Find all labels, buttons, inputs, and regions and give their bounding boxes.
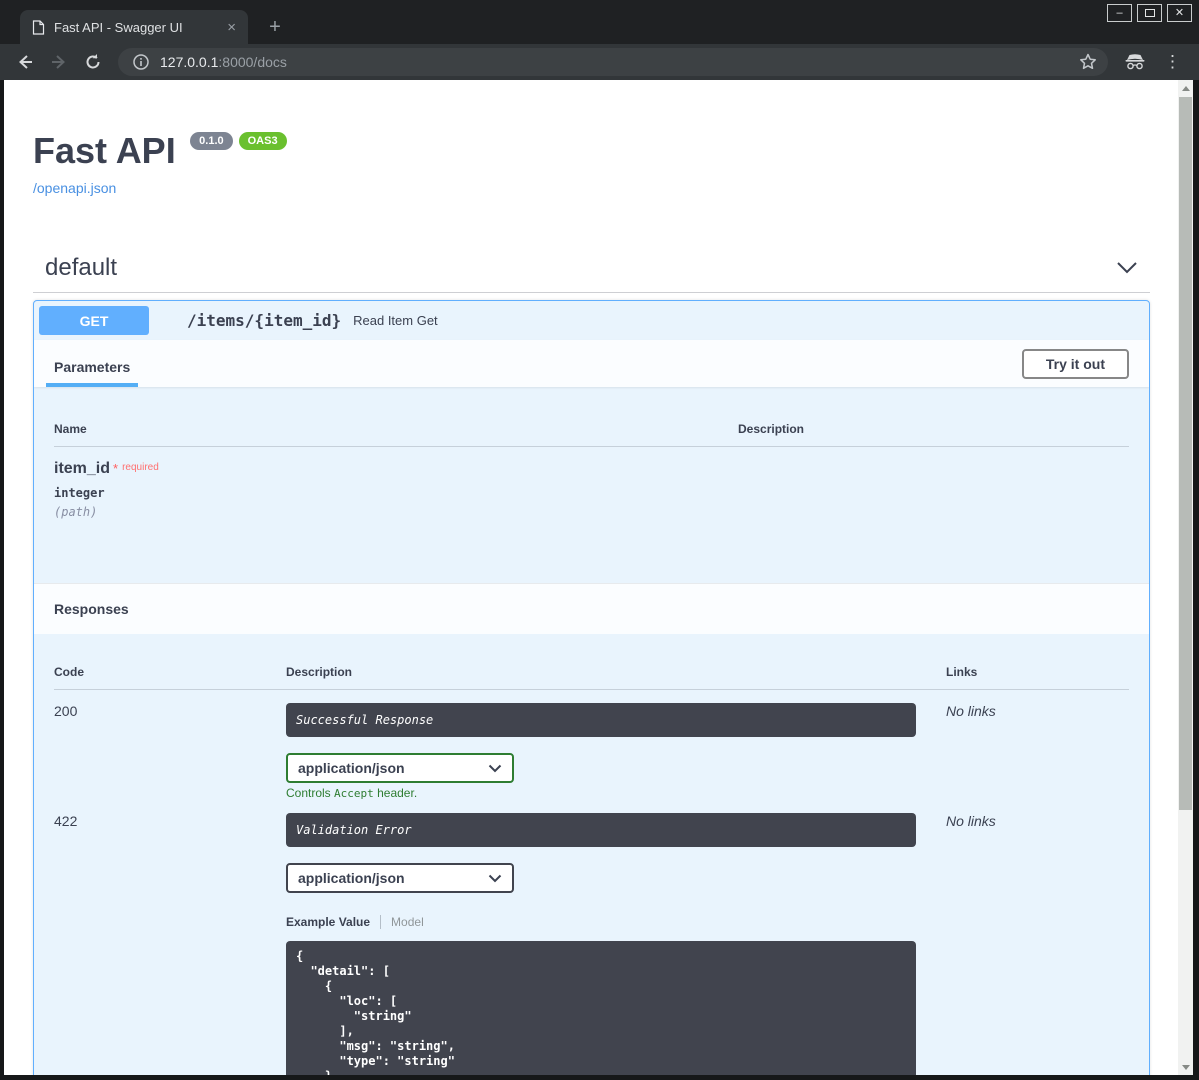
bookmark-star-icon[interactable]: [1078, 52, 1098, 72]
tag-section-default[interactable]: default: [33, 254, 1150, 293]
required-label: required: [122, 462, 159, 473]
response-row-422: 422 Validation Error application/json Ex…: [54, 800, 1129, 1075]
tab-model[interactable]: Model: [381, 915, 424, 929]
media-type-select-200[interactable]: application/json: [286, 753, 514, 783]
browser-toolbar: 127.0.0.1:8000/docs ⋮: [0, 44, 1199, 80]
response-row-200: 200 Successful Response application/json…: [54, 690, 1129, 800]
browser-window: – ✕ Fast API - Swagger UI × +: [0, 0, 1199, 1080]
tab-example-value[interactable]: Example Value: [286, 915, 381, 929]
parameter-name: item_id: [54, 460, 110, 477]
example-json-panel: { "detail": [ { "loc": [ "string" ], "ms…: [286, 941, 916, 1075]
forward-icon[interactable]: [46, 49, 72, 75]
col-header-description: Description: [738, 422, 1129, 436]
operation-description: Read Item Get: [353, 313, 438, 328]
parameters-header: Parameters Try it out: [34, 340, 1149, 387]
responses-table: Code Description Links 200 Successful Re…: [34, 634, 1149, 1075]
tab-parameters[interactable]: Parameters: [46, 359, 138, 387]
address-bar[interactable]: 127.0.0.1:8000/docs: [118, 48, 1108, 76]
browser-tab[interactable]: Fast API - Swagger UI ×: [20, 10, 248, 44]
browser-menu-icon[interactable]: ⋮: [1164, 52, 1181, 72]
maximize-icon: [1145, 9, 1155, 17]
parameter-row: item_id* required integer (path): [54, 447, 1129, 519]
chevron-down-icon[interactable]: [1116, 261, 1138, 275]
links-value: No links: [946, 813, 1129, 1075]
openapi-spec-link[interactable]: /openapi.json: [33, 180, 1150, 196]
parameters-table: Name Description item_id* required intege…: [34, 387, 1149, 583]
response-code: 422: [54, 813, 286, 1075]
col-header-code: Code: [54, 665, 286, 679]
maximize-button[interactable]: [1137, 4, 1162, 22]
page-icon: [32, 20, 45, 35]
example-json-code: { "detail": [ { "loc": [ "string" ], "ms…: [296, 949, 906, 1075]
response-code: 200: [54, 703, 286, 800]
required-star: *: [113, 461, 118, 476]
parameter-type: integer: [54, 486, 1129, 500]
api-info: Fast API 0.1.0 OAS3 /openapi.json: [33, 130, 1150, 196]
response-description-panel: Successful Response: [286, 703, 916, 737]
get-method-button[interactable]: GET: [39, 306, 149, 335]
close-window-button[interactable]: ✕: [1167, 4, 1192, 22]
col-header-resp-description: Description: [286, 665, 946, 679]
new-tab-button[interactable]: +: [262, 14, 288, 40]
url-path: :8000/docs: [218, 54, 287, 70]
page-content: Fast API 0.1.0 OAS3 /openapi.json defaul…: [4, 80, 1178, 1075]
operation-summary[interactable]: GET /items/{item_id} Read Item Get: [34, 301, 1149, 340]
scroll-down-arrow[interactable]: [1178, 1059, 1193, 1075]
responses-header: Responses: [34, 583, 1149, 634]
scroll-up-arrow[interactable]: [1178, 80, 1193, 96]
scrollbar-thumb[interactable]: [1179, 97, 1192, 810]
reload-icon[interactable]: [80, 49, 106, 75]
url-text: 127.0.0.1:8000/docs: [160, 54, 287, 70]
parameter-location: (path): [54, 505, 1129, 519]
opblock-get: GET /items/{item_id} Read Item Get Param…: [33, 300, 1150, 1075]
site-info-icon[interactable]: [132, 53, 150, 71]
select-chevron-icon: [488, 874, 502, 883]
accept-code: Accept: [334, 787, 374, 800]
try-it-out-button[interactable]: Try it out: [1022, 349, 1129, 379]
back-icon[interactable]: [12, 49, 38, 75]
toolbar-right: ⋮: [1124, 52, 1181, 72]
api-title: Fast API: [33, 130, 176, 172]
example-model-tabs: Example Value Model: [286, 915, 946, 929]
oas3-badge: OAS3: [239, 132, 287, 150]
media-type-value: application/json: [298, 870, 405, 886]
tab-bar: – ✕ Fast API - Swagger UI × +: [0, 0, 1199, 44]
media-type-value: application/json: [298, 760, 405, 776]
version-badge: 0.1.0: [190, 132, 232, 150]
accept-header-note: Controls Accept header.: [286, 786, 946, 800]
response-description-panel: Validation Error: [286, 813, 916, 847]
col-header-name: Name: [54, 422, 738, 436]
links-value: No links: [946, 703, 1129, 800]
tag-title: default: [45, 254, 117, 282]
incognito-icon: [1124, 53, 1146, 71]
window-frame: [0, 1075, 1199, 1080]
media-type-select-422[interactable]: application/json: [286, 863, 514, 893]
url-host: 127.0.0.1: [160, 54, 218, 70]
vertical-scrollbar[interactable]: [1178, 80, 1193, 1075]
tab-close-icon[interactable]: ×: [223, 19, 240, 36]
tab-title: Fast API - Swagger UI: [54, 20, 223, 35]
window-controls: – ✕: [1107, 4, 1192, 22]
operation-path: /items/{item_id}: [187, 311, 341, 330]
select-chevron-icon: [488, 764, 502, 773]
minimize-button[interactable]: –: [1107, 4, 1132, 22]
col-header-links: Links: [946, 665, 1129, 679]
